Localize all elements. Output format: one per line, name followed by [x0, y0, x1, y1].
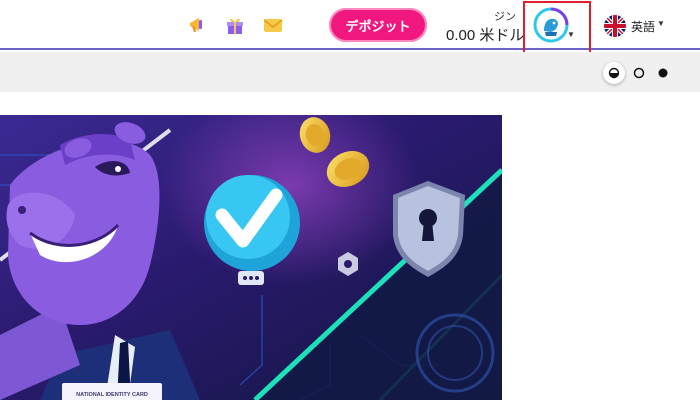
svg-text:NATIONAL IDENTITY CARD: NATIONAL IDENTITY CARD [76, 392, 148, 398]
mail-icon[interactable] [262, 14, 284, 36]
language-label[interactable]: 英語 [631, 18, 655, 35]
gift-icon[interactable] [224, 14, 246, 36]
theme-bar [0, 52, 700, 92]
balance-display[interactable]: ジン 0.00 米ドル [446, 6, 526, 46]
deposit-button[interactable]: デポジット [329, 8, 427, 42]
avatar-highlight-frame [523, 1, 591, 58]
auto-theme-icon[interactable] [603, 62, 625, 84]
light-theme-icon[interactable] [631, 65, 647, 81]
megaphone-icon[interactable] [186, 14, 208, 36]
balance-value: 0.00 米ドル [446, 27, 525, 44]
promo-banner[interactable]: NATIONAL IDENTITY CARD [0, 115, 502, 400]
uk-flag-icon[interactable] [604, 15, 626, 37]
identity-card: NATIONAL IDENTITY CARD [62, 383, 162, 400]
language-caret-icon[interactable]: ▼ [657, 19, 665, 28]
dark-theme-icon[interactable] [655, 65, 671, 81]
top-header: デポジット ジン 0.00 米ドル ▼ 英語 ▼ [0, 0, 700, 58]
balance-label: ジン [494, 11, 516, 23]
